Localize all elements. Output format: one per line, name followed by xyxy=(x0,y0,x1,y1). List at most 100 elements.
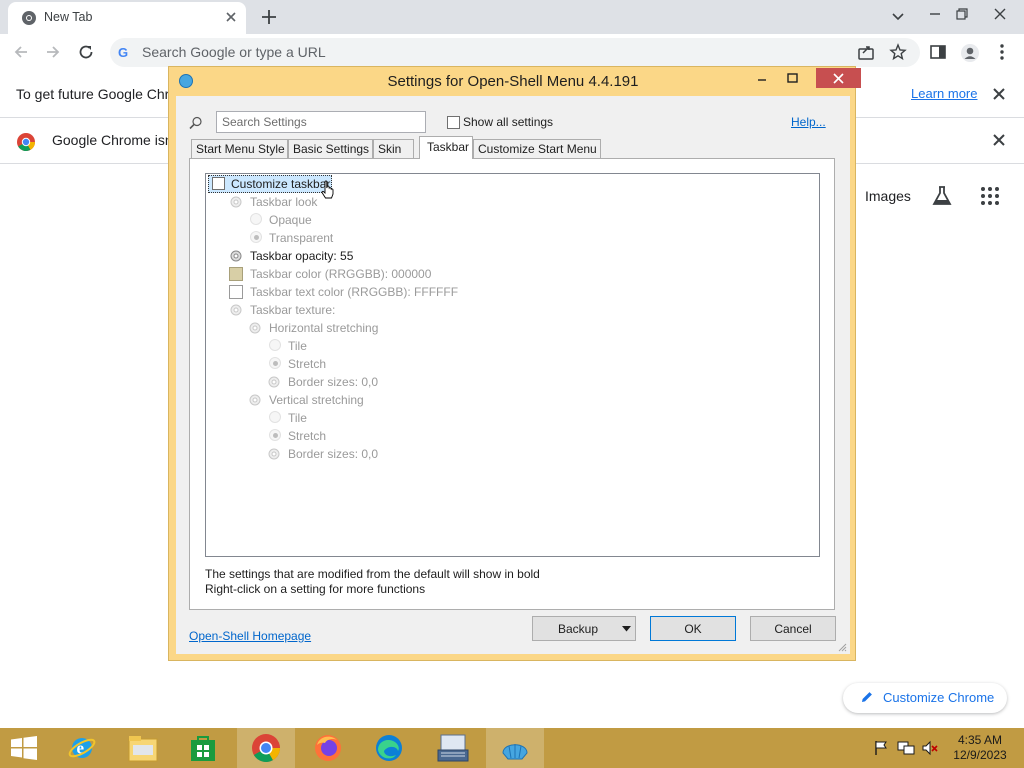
customize-taskbar-checkbox[interactable] xyxy=(212,177,225,190)
tree-label: Horizontal stretching xyxy=(269,321,379,335)
minimize-icon[interactable] xyxy=(928,6,942,22)
open-shell-settings-dialog: Settings for Open-Shell Menu 4.4.191 Sea… xyxy=(168,66,861,661)
dialog-title: Settings for Open-Shell Menu 4.4.191 xyxy=(387,73,639,90)
gear-settings-icon xyxy=(229,195,243,209)
tree-label: Taskbar opacity: 55 xyxy=(250,249,354,263)
omnibox-placeholder: Search Google or type a URL xyxy=(142,44,326,60)
color-swatch-icon xyxy=(229,267,243,281)
google-g-icon: G xyxy=(118,45,129,60)
help-link[interactable]: Help... xyxy=(791,115,826,129)
chrome-taskbar-icon xyxy=(251,733,281,763)
note-bold-modified: The settings that are modified from the … xyxy=(205,567,540,581)
taskbar-open-shell[interactable] xyxy=(486,728,544,768)
radio-transparent[interactable] xyxy=(250,231,262,243)
close-infobar-default-icon[interactable] xyxy=(992,133,1006,147)
learn-more-link[interactable]: Learn more xyxy=(911,86,977,101)
side-panel-icon[interactable] xyxy=(929,43,947,61)
system-clock[interactable]: 4:35 AM 12/9/2023 xyxy=(944,733,1016,763)
tree-label: Stretch xyxy=(288,357,327,371)
network-icon[interactable] xyxy=(897,740,915,756)
close-window-icon[interactable] xyxy=(992,6,1008,22)
dialog-close-button[interactable] xyxy=(816,68,861,88)
gear-settings-icon xyxy=(248,321,262,335)
taskbar-store[interactable] xyxy=(174,728,232,768)
labs-flask-icon[interactable] xyxy=(931,185,953,207)
file-explorer-folder-icon xyxy=(127,733,159,763)
windows-taskbar: e 4:35 AM 12/9/2023 xyxy=(0,728,1024,768)
chrome-logo-icon xyxy=(16,132,36,152)
radio-h-tile[interactable] xyxy=(269,339,281,351)
taskbar-tab-panel: Customize taskbar Taskbar look Opaque Tr… xyxy=(189,158,835,610)
tab-close-icon[interactable] xyxy=(224,10,238,24)
backup-button[interactable]: Backup xyxy=(532,616,636,641)
tree-label: Border sizes: 0,0 xyxy=(288,447,379,461)
tab-start-menu-style[interactable]: Start Menu Style xyxy=(191,139,288,158)
radio-v-stretch[interactable] xyxy=(269,429,281,441)
clock-date: 12/9/2023 xyxy=(953,748,1007,762)
taskbar-on-screen-keyboard[interactable] xyxy=(423,728,481,768)
search-magnifier-icon xyxy=(189,116,203,130)
pencil-icon xyxy=(860,690,874,704)
tree-label: Taskbar color (RRGGBB): 000000 xyxy=(250,267,432,281)
tree-label: Tile xyxy=(288,339,307,353)
customize-chrome-button[interactable]: Customize Chrome xyxy=(843,683,1007,713)
share-icon[interactable] xyxy=(857,43,875,61)
tree-label: Taskbar look xyxy=(250,195,318,209)
open-shell-homepage-link[interactable]: Open-Shell Homepage xyxy=(189,629,311,643)
taskbar-chrome[interactable] xyxy=(237,728,295,768)
resize-grip-icon[interactable] xyxy=(837,642,847,652)
clock-time: 4:35 AM xyxy=(957,733,1003,747)
taskbar-file-explorer[interactable] xyxy=(113,728,171,768)
tree-label: Opaque xyxy=(269,213,312,227)
radio-opaque[interactable] xyxy=(250,213,262,225)
dialog-minimize-icon[interactable] xyxy=(755,71,769,85)
taskbar-edge[interactable] xyxy=(360,728,418,768)
note-right-click: Right-click on a setting for more functi… xyxy=(205,582,426,596)
tab-basic-settings[interactable]: Basic Settings xyxy=(288,139,373,158)
tab-skin[interactable]: Skin xyxy=(373,139,414,158)
tree-label: Stretch xyxy=(288,429,327,443)
tab-taskbar[interactable]: Taskbar xyxy=(419,136,473,159)
show-all-settings-label: Show all settings xyxy=(463,115,554,129)
new-tab-icon[interactable] xyxy=(260,8,278,26)
volume-muted-icon[interactable] xyxy=(921,740,939,756)
ok-button[interactable]: OK xyxy=(650,616,736,641)
dialog-maximize-icon[interactable] xyxy=(785,71,799,85)
reload-icon[interactable] xyxy=(77,43,95,61)
close-infobar-icon[interactable] xyxy=(992,87,1006,101)
tree-label: Vertical stretching xyxy=(269,393,364,407)
tab-customize-start-menu[interactable]: Customize Start Menu xyxy=(473,139,601,158)
taskbar-firefox[interactable] xyxy=(299,728,357,768)
omnibox[interactable]: G Search Google or type a URL xyxy=(110,38,920,67)
tab-search-chevron-icon[interactable] xyxy=(890,6,906,26)
back-arrow-icon[interactable] xyxy=(12,43,30,61)
gear-settings-icon xyxy=(229,303,243,317)
windows-start-icon[interactable] xyxy=(10,736,38,760)
radio-v-tile[interactable] xyxy=(269,411,281,423)
radio-h-stretch[interactable] xyxy=(269,357,281,369)
ntp-images-link[interactable]: Images xyxy=(865,188,911,204)
firefox-icon xyxy=(313,733,343,763)
tree-label: Customize taskbar xyxy=(231,177,331,191)
search-settings-input[interactable]: Search Settings xyxy=(216,111,426,133)
tree-label: Tile xyxy=(288,411,307,425)
show-all-settings-checkbox[interactable] xyxy=(447,116,460,129)
action-center-flag-icon[interactable] xyxy=(873,740,889,756)
menu-kebab-icon[interactable] xyxy=(996,43,1008,61)
settings-tree[interactable]: Customize taskbar Taskbar look Opaque Tr… xyxy=(205,173,820,557)
gear-settings-icon xyxy=(267,447,281,461)
apps-grid-icon[interactable] xyxy=(980,186,1000,206)
forward-arrow-icon[interactable] xyxy=(44,43,62,61)
tab-strip: New Tab xyxy=(0,0,1024,34)
gear-settings-icon xyxy=(229,249,243,263)
taskbar-internet-explorer[interactable]: e xyxy=(53,728,111,768)
tab-new-tab[interactable]: New Tab xyxy=(8,2,246,34)
close-icon xyxy=(833,73,844,84)
cancel-button[interactable]: Cancel xyxy=(750,616,836,641)
profile-avatar-icon[interactable] xyxy=(960,43,980,63)
tree-label: Border sizes: 0,0 xyxy=(288,375,379,389)
open-shell-seashell-icon xyxy=(500,733,530,763)
bookmark-star-icon[interactable] xyxy=(889,43,907,61)
gear-settings-icon xyxy=(267,375,281,389)
restore-icon[interactable] xyxy=(955,6,969,22)
